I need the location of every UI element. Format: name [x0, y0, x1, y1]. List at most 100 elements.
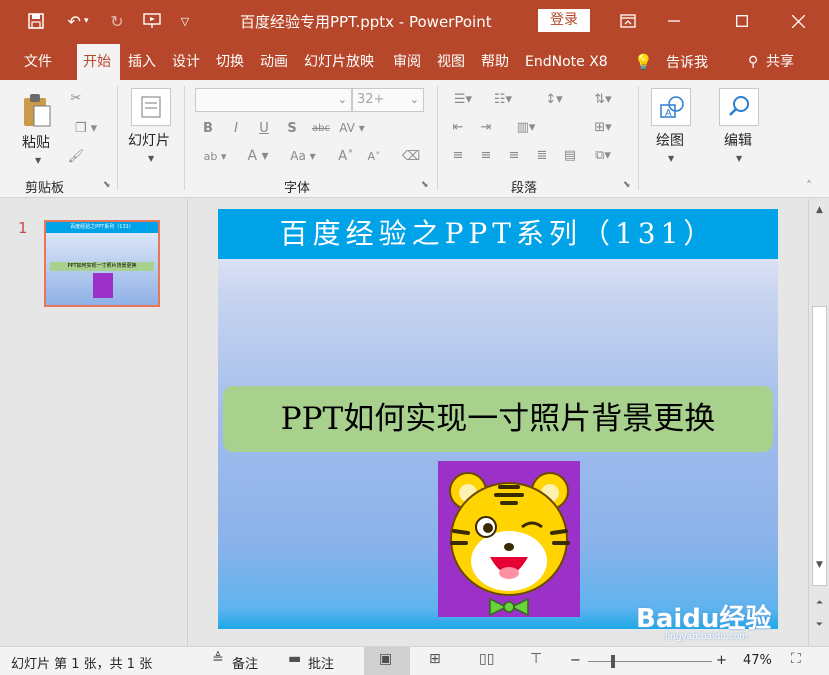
previous-slide-icon[interactable]: ⏶: [809, 594, 829, 612]
dialog-launcher-icon[interactable]: ⬊: [623, 180, 631, 190]
login-button[interactable]: 登录: [538, 9, 590, 32]
font-group-label: 字体: [284, 181, 311, 196]
line-spacing-icon[interactable]: ↕▾: [540, 90, 568, 108]
font-name-combo[interactable]: ⌄: [195, 88, 352, 112]
text-direction-icon[interactable]: ⇅▾: [589, 90, 617, 108]
align-right-icon[interactable]: ≡: [505, 146, 523, 164]
tab-home[interactable]: 开始: [77, 44, 120, 80]
increase-font-size-icon[interactable]: A˄: [338, 146, 354, 166]
new-slide-button[interactable]: [131, 88, 171, 126]
ribbon-display-options-icon[interactable]: [605, 0, 651, 42]
dialog-launcher-icon[interactable]: ⬊: [421, 180, 429, 190]
lightbulb-icon: 💡: [634, 53, 653, 71]
tab-view[interactable]: 视图: [431, 44, 471, 80]
numbering-icon[interactable]: ☷▾: [489, 90, 517, 108]
scroll-down-icon[interactable]: ▼: [809, 556, 829, 574]
tab-transitions[interactable]: 切换: [210, 44, 250, 80]
notes-button[interactable]: 备注: [232, 653, 258, 672]
justify-icon[interactable]: ≣: [533, 146, 551, 164]
dialog-launcher-icon[interactable]: ⬊: [103, 180, 111, 190]
document-title: 百度经验专用PPT.pptx - PowerPoint: [240, 13, 492, 31]
reading-view-icon[interactable]: ▯▯: [479, 651, 494, 667]
next-slide-icon[interactable]: ⏷: [809, 616, 829, 634]
slide-header-text[interactable]: 百度经验之PPT系列（131）: [218, 209, 778, 259]
editing-button[interactable]: [719, 88, 759, 126]
distributed-icon[interactable]: ▤: [561, 146, 579, 164]
comments-button[interactable]: 批注: [308, 653, 334, 672]
chevron-down-icon[interactable]: ▼: [736, 154, 742, 163]
character-spacing-icon[interactable]: AV ▾: [338, 118, 366, 138]
slide-subtitle-text[interactable]: PPT如何实现一寸照片背景更换: [223, 386, 773, 452]
tiger-cartoon-image[interactable]: [438, 461, 580, 617]
slide-thumbnail[interactable]: 百度经验之PPT系列（131） PPT如何实现一寸照片背景更换: [44, 220, 160, 307]
font-size-combo[interactable]: 32+ ⌄: [352, 88, 424, 112]
change-case-icon[interactable]: Aa ▾: [285, 146, 321, 166]
scrollbar-thumb[interactable]: [812, 306, 827, 586]
zoom-slider[interactable]: [588, 661, 712, 662]
columns-icon[interactable]: ▥▾: [512, 118, 540, 136]
search-icon: [729, 96, 749, 116]
strikethrough-icon[interactable]: abc: [310, 118, 332, 138]
decrease-font-size-icon[interactable]: A˅: [366, 146, 382, 166]
font-color-icon[interactable]: A ▾: [243, 146, 273, 166]
zoom-percent[interactable]: 47%: [743, 653, 772, 668]
increase-indent-icon[interactable]: ⇥: [477, 118, 495, 136]
save-icon[interactable]: [22, 8, 50, 34]
copy-icon[interactable]: ❐ ▾: [66, 118, 106, 138]
clear-formatting-icon[interactable]: ⌫: [402, 146, 420, 166]
drawing-button[interactable]: A: [651, 88, 691, 126]
chevron-down-icon[interactable]: ▼: [148, 154, 154, 163]
bold-icon[interactable]: B: [200, 118, 216, 138]
tab-file[interactable]: 文件: [18, 44, 58, 80]
notes-icon[interactable]: ≜: [212, 651, 224, 667]
cut-icon[interactable]: ✂: [66, 88, 86, 108]
paste-button[interactable]: [22, 92, 52, 128]
slide[interactable]: 百度经验之PPT系列（131） PPT如何实现一寸照片背景更换: [218, 209, 778, 629]
tell-me-label: 告诉我: [666, 55, 708, 71]
comment-icon[interactable]: ▬: [288, 651, 301, 667]
align-text-icon[interactable]: ⊞▾: [589, 118, 617, 136]
scroll-up-icon[interactable]: ▲: [809, 201, 829, 219]
maximize-icon[interactable]: [719, 0, 765, 42]
group-divider: [437, 86, 438, 190]
customize-toolbar-icon[interactable]: ▽: [174, 8, 196, 34]
decrease-indent-icon[interactable]: ⇤: [449, 118, 467, 136]
tab-design[interactable]: 设计: [166, 44, 206, 80]
tab-endnote[interactable]: EndNote X8: [519, 44, 614, 80]
tab-review[interactable]: 审阅: [387, 44, 427, 80]
collapse-ribbon-icon[interactable]: ˄: [800, 178, 818, 194]
chevron-down-icon[interactable]: ▼: [668, 154, 674, 163]
zoom-slider-thumb[interactable]: [611, 655, 615, 668]
slide-count-text: 幻灯片 第 1 张，共 1 张: [11, 657, 153, 672]
italic-icon[interactable]: I: [228, 118, 244, 138]
format-painter-icon[interactable]: 🖌: [66, 146, 86, 166]
tab-animations[interactable]: 动画: [254, 44, 294, 80]
underline-icon[interactable]: U: [256, 118, 272, 138]
new-slide-label: 幻灯片: [128, 133, 170, 149]
minimize-icon[interactable]: [651, 0, 697, 42]
normal-view-button[interactable]: ▣: [364, 647, 410, 675]
highlight-icon[interactable]: ab ▾: [197, 146, 233, 166]
align-left-icon[interactable]: ≡: [449, 146, 467, 164]
zoom-in-button[interactable]: +: [716, 653, 727, 668]
smartart-icon[interactable]: ⧉▾: [589, 146, 617, 164]
zoom-out-button[interactable]: −: [570, 653, 581, 668]
vertical-scrollbar[interactable]: ▲ ▼ ⏶ ⏷: [808, 199, 829, 646]
close-icon[interactable]: [775, 0, 821, 42]
tell-me-box[interactable]: 💡 告诉我: [628, 44, 714, 80]
bullets-icon[interactable]: ☰▾: [449, 90, 477, 108]
redo-icon[interactable]: ↻: [104, 8, 130, 34]
baidu-jingyan-watermark: Baidu经验: [636, 604, 772, 634]
slideshow-view-icon[interactable]: ⊤: [530, 651, 542, 667]
tab-help[interactable]: 帮助: [475, 44, 515, 80]
tab-slideshow[interactable]: 幻灯片放映: [298, 44, 380, 80]
undo-button[interactable]: ↶ ▾: [58, 8, 98, 34]
text-shadow-icon[interactable]: S: [284, 118, 300, 138]
slideshow-from-start-icon[interactable]: [138, 8, 166, 34]
share-button[interactable]: ⚲ 共享: [742, 44, 800, 80]
slide-sorter-icon[interactable]: ⊞: [429, 651, 441, 667]
chevron-down-icon[interactable]: ▼: [35, 156, 41, 165]
fit-to-window-icon[interactable]: ⛶: [791, 651, 801, 667]
tab-insert[interactable]: 插入: [122, 44, 162, 80]
align-center-icon[interactable]: ≡: [477, 146, 495, 164]
